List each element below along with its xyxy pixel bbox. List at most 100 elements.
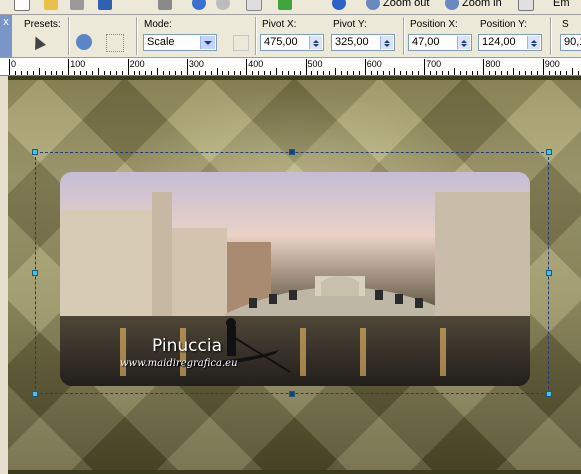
canvas-area: Pinuccia www.maidiregrafica.eu [0, 76, 581, 474]
ruler-tick [560, 71, 562, 75]
canvas-edge [0, 76, 8, 474]
ruler-tick [68, 59, 70, 75]
mode-value: Scale [147, 36, 175, 48]
spin-arrows-icon[interactable] [527, 36, 540, 49]
ruler-tick [566, 71, 568, 75]
ruler-tick [483, 59, 485, 75]
resize-handle-top-right[interactable] [546, 149, 552, 155]
ruler-tick [287, 71, 289, 75]
mode-label: Mode: [144, 19, 172, 30]
resize-handle-bottom-right[interactable] [546, 391, 552, 397]
resize-handle-bottom-left[interactable] [32, 391, 38, 397]
ruler-tick [74, 71, 76, 75]
apply-button[interactable] [106, 34, 124, 52]
browse-button[interactable] [70, 0, 84, 12]
pivot-x-field[interactable]: 475,00 [260, 34, 324, 51]
ruler-tick [169, 71, 171, 75]
undo-button[interactable] [192, 0, 206, 12]
ruler-tick [86, 71, 88, 75]
spin-arrows-icon[interactable] [380, 36, 393, 49]
ruler-tick [234, 71, 236, 75]
zoom-out-button[interactable]: Zoom out [366, 0, 429, 12]
mode-select[interactable]: Scale [143, 34, 217, 51]
info-icon [332, 0, 346, 10]
pivot-x-label: Pivot X: [262, 19, 297, 30]
copy-icon [246, 0, 262, 11]
ruler-tick [477, 71, 479, 75]
help-button[interactable] [332, 0, 346, 12]
magnifier-plus-icon [445, 0, 459, 10]
ruler-tick [412, 71, 414, 75]
undo-icon [192, 0, 206, 10]
redo-button[interactable] [216, 0, 230, 12]
ruler-tick [180, 71, 182, 75]
browse-icon [70, 0, 84, 10]
pick-tool-bounding-box[interactable] [35, 152, 549, 394]
open-button[interactable] [44, 0, 58, 12]
pointer-arrow-icon [30, 34, 46, 50]
save-button[interactable] [98, 0, 112, 12]
position-y-label: Position Y: [480, 19, 528, 30]
reset-button[interactable] [76, 34, 92, 50]
ruler-tick [80, 71, 82, 75]
ruler-tick [358, 71, 360, 75]
palette-grip[interactable]: x [0, 15, 12, 57]
presets-button[interactable] [28, 34, 46, 52]
ruler-tick [406, 71, 408, 75]
ruler-tick [471, 71, 473, 75]
cut-field[interactable]: 90,1 [560, 34, 581, 51]
zoom-in-button[interactable]: Zoom in [445, 0, 502, 12]
ruler-tick [9, 59, 10, 75]
pin-icon[interactable]: x [3, 16, 9, 28]
ruler-tick [109, 71, 111, 75]
chevron-down-icon[interactable] [200, 36, 215, 49]
pivot-y-field[interactable]: 325,00 [331, 34, 395, 51]
ruler-tick [50, 71, 52, 75]
ruler-tick [163, 71, 165, 75]
ruler-tick [495, 71, 497, 75]
ruler-tick [299, 71, 301, 75]
ruler-tick [335, 68, 337, 75]
spin-arrows-icon[interactable] [457, 36, 470, 49]
ruler-tick [388, 71, 390, 75]
new-file-button[interactable] [14, 0, 30, 12]
magnifier-minus-icon [366, 0, 380, 10]
ruler-tick [157, 68, 159, 75]
ruler-tick [145, 71, 147, 75]
toolbar-cut-text[interactable]: Em [553, 0, 570, 12]
rotate-handle-top[interactable] [289, 149, 295, 155]
spin-arrows-icon[interactable] [309, 36, 322, 49]
resize-handle-right[interactable] [546, 270, 552, 276]
position-y-field[interactable]: 124,00 [478, 34, 542, 51]
resize-handle-top-left[interactable] [32, 149, 38, 155]
refresh-button[interactable] [278, 0, 292, 12]
ruler-tick [38, 68, 40, 75]
tool-options-palette: x Presets: Mode: Scale Pivot X: 475,00 P… [0, 15, 581, 58]
ruler-label: 0 [11, 59, 17, 69]
ruler-tick [382, 71, 384, 75]
ruler-tick [204, 71, 206, 75]
position-x-field[interactable]: 47,00 [408, 34, 472, 51]
ruler-tick [62, 71, 64, 75]
ruler-tick [489, 71, 491, 75]
copy-button[interactable] [246, 0, 262, 12]
ruler-tick [501, 71, 503, 75]
resize-handle-left[interactable] [32, 270, 38, 276]
ruler-tick [435, 71, 437, 75]
ruler-tick [281, 71, 283, 75]
center-pivot-button[interactable] [233, 35, 249, 51]
layer-button[interactable] [518, 0, 534, 12]
ruler-tick [14, 71, 16, 75]
ruler-label: 600 [366, 59, 382, 69]
ruler-tick [317, 71, 319, 75]
ruler-tick [210, 71, 212, 75]
ruler-label: 100 [70, 59, 86, 69]
print-button[interactable] [158, 0, 172, 12]
ruler-tick [347, 71, 348, 75]
resize-handle-bottom[interactable] [289, 391, 295, 397]
ruler-tick [329, 71, 331, 75]
zoom-out-label: Zoom out [383, 0, 430, 9]
ruler-label: 900 [544, 59, 560, 69]
ruler-tick [430, 71, 432, 75]
ruler-tick [518, 71, 520, 75]
